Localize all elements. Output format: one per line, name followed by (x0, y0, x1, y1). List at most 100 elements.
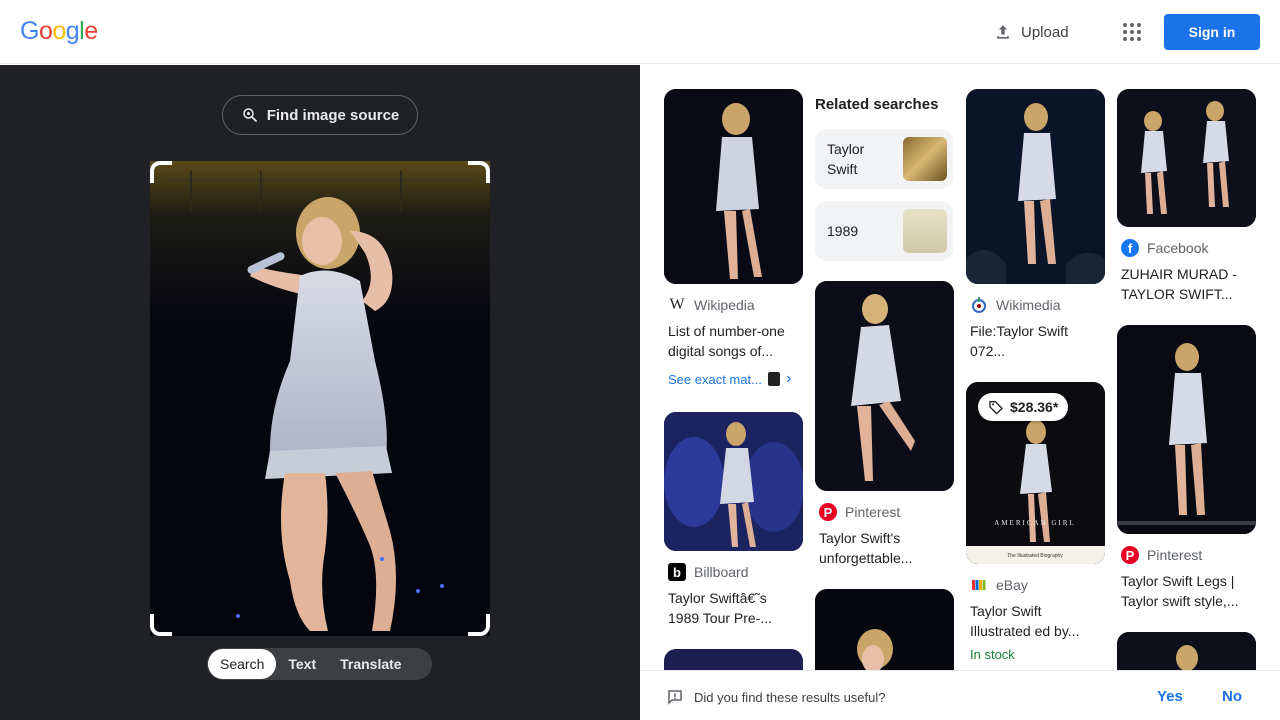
feedback-icon (668, 690, 682, 705)
price-tag[interactable]: $28.36* (978, 393, 1069, 421)
book-cover-title: AMERICAN GIRL (994, 519, 1075, 527)
ebay-icon (970, 576, 988, 594)
crop-handle-bottom-right[interactable] (468, 614, 490, 636)
result-source: Wikimedia (970, 296, 1061, 314)
result-title-line: Illustrated ed by... (970, 623, 1080, 639)
result-title[interactable]: File:Taylor Swift 072... (970, 321, 1108, 361)
mode-search-tab[interactable]: Search (208, 649, 277, 679)
result-source-label: Wikimedia (996, 297, 1061, 313)
feedback-yes-button[interactable]: Yes (1157, 688, 1183, 705)
wikipedia-icon: W (669, 296, 685, 313)
result-title[interactable]: Taylor Swift's unforgettable... (819, 528, 957, 568)
result-title-line: Taylor swift style,... (1121, 593, 1239, 609)
see-exact-label: See exact mat... (668, 371, 762, 387)
result-thumbnail[interactable] (1117, 89, 1256, 227)
result-thumbnail[interactable] (664, 89, 803, 284)
result-title-line: ZUHAIR MURAD - (1121, 266, 1237, 282)
logo-letter: o (38, 17, 53, 45)
see-exact-matches-link[interactable]: See exact mat... › (668, 370, 791, 388)
related-search-label: Taylor Swift (827, 139, 897, 179)
crop-handle-top-right[interactable] (468, 161, 490, 183)
book-cover-subtitle: The Illustrated Biography (1007, 553, 1063, 559)
result-title-line: Taylor Swift's (819, 530, 901, 546)
result-thumbnail[interactable] (1117, 325, 1256, 534)
pinterest-icon: P (1121, 546, 1139, 564)
result-source-label: Billboard (694, 564, 749, 580)
upload-button[interactable]: Upload (993, 20, 1069, 44)
result-thumbnail[interactable] (664, 412, 803, 551)
result-title-line: digital songs of... (668, 343, 774, 359)
result-thumbnail[interactable] (1117, 632, 1256, 670)
feedback-question-label: Did you find these results useful? (694, 689, 886, 705)
related-searches-heading: Related searches (815, 96, 939, 113)
visual-matches-panel: W Wikipedia List of number-one digital s… (640, 65, 1280, 670)
result-title-line: 072... (970, 343, 1006, 359)
logo-letter: o (52, 17, 66, 45)
related-search-thumbnail (903, 137, 947, 181)
result-thumbnail[interactable] (664, 649, 803, 670)
apps-grid-icon[interactable] (1120, 20, 1144, 44)
result-source: b Billboard (668, 563, 748, 581)
feedback-question: Did you find these results useful? (666, 688, 886, 706)
tag-icon (989, 401, 1003, 415)
lens-search-icon (242, 108, 257, 122)
result-source-label: eBay (996, 577, 1028, 593)
exact-match-thumb (767, 372, 780, 386)
related-search-chip[interactable]: Taylor Swift (815, 129, 953, 189)
result-source-label: Pinterest (1147, 547, 1203, 563)
result-source-label: Facebook (1147, 240, 1209, 256)
mode-text-tab[interactable]: Text (276, 649, 328, 679)
result-title-line: 1989 Tour Pre-... (668, 610, 773, 626)
related-line: Swift (827, 161, 858, 177)
result-title-line: Taylor Swift (970, 603, 1042, 619)
related-search-label: 1989 (827, 223, 859, 239)
selected-image[interactable] (150, 161, 490, 636)
result-source-label: Wikipedia (694, 297, 755, 313)
pinterest-icon: P (819, 503, 837, 521)
result-title-line: List of number-one (668, 323, 785, 339)
chevron-right-icon: › (785, 370, 792, 387)
feedback-no-button[interactable]: No (1222, 688, 1242, 705)
result-title-line: TAYLOR SWIFT... (1121, 286, 1233, 302)
price-label: $28.36* (1010, 399, 1059, 415)
result-title[interactable]: ZUHAIR MURAD - TAYLOR SWIFT... (1121, 264, 1259, 304)
billboard-icon: b (668, 563, 686, 581)
google-logo[interactable]: Google (20, 17, 98, 46)
logo-letter: e (84, 17, 98, 45)
logo-letter: g (65, 17, 80, 45)
crop-handle-top-left[interactable] (150, 161, 172, 183)
result-title-line: unforgettable... (819, 550, 913, 566)
upload-label: Upload (1021, 23, 1069, 41)
related-line: Taylor (827, 141, 865, 157)
result-title-line: Taylor Swift Legs | (1121, 573, 1235, 589)
result-title-line: Taylor Swiftâ€˜s (668, 590, 767, 606)
result-title[interactable]: Taylor Swift Legs | Taylor swift style,.… (1121, 571, 1259, 611)
related-search-chip[interactable]: 1989 (815, 201, 953, 261)
related-search-thumbnail (903, 209, 947, 253)
result-source: P Pinterest (819, 503, 900, 521)
logo-letter: G (20, 17, 39, 45)
feedback-bar: Did you find these results useful? Yes N… (640, 670, 1280, 720)
lens-mode-switcher: Search Text Translate (207, 648, 432, 680)
result-thumbnail[interactable] (966, 89, 1105, 284)
result-source: P Pinterest (1121, 546, 1202, 564)
find-image-source-button[interactable]: Find image source (222, 95, 418, 135)
result-thumbnail[interactable] (815, 589, 954, 670)
upload-icon (997, 25, 1009, 39)
result-thumbnail[interactable] (815, 281, 954, 491)
top-bar: Google Upload Sign in (0, 0, 1280, 64)
result-title-line: File:Taylor Swift (970, 323, 1069, 339)
wikimedia-icon (970, 296, 988, 314)
result-source: f Facebook (1121, 239, 1208, 257)
result-title[interactable]: Taylor Swift Illustrated ed by... (970, 601, 1108, 641)
facebook-icon: f (1121, 239, 1139, 257)
result-source-label: Pinterest (845, 504, 901, 520)
crop-handle-bottom-left[interactable] (150, 614, 172, 636)
sign-in-button[interactable]: Sign in (1164, 14, 1260, 50)
in-stock-label: In stock (970, 647, 1015, 662)
result-title[interactable]: Taylor Swiftâ€˜s 1989 Tour Pre-... (668, 588, 806, 628)
result-source: eBay (970, 576, 1028, 594)
find-image-source-label: Find image source (266, 106, 400, 124)
result-title[interactable]: List of number-one digital songs of... (668, 321, 806, 361)
mode-translate-tab[interactable]: Translate (328, 649, 413, 679)
